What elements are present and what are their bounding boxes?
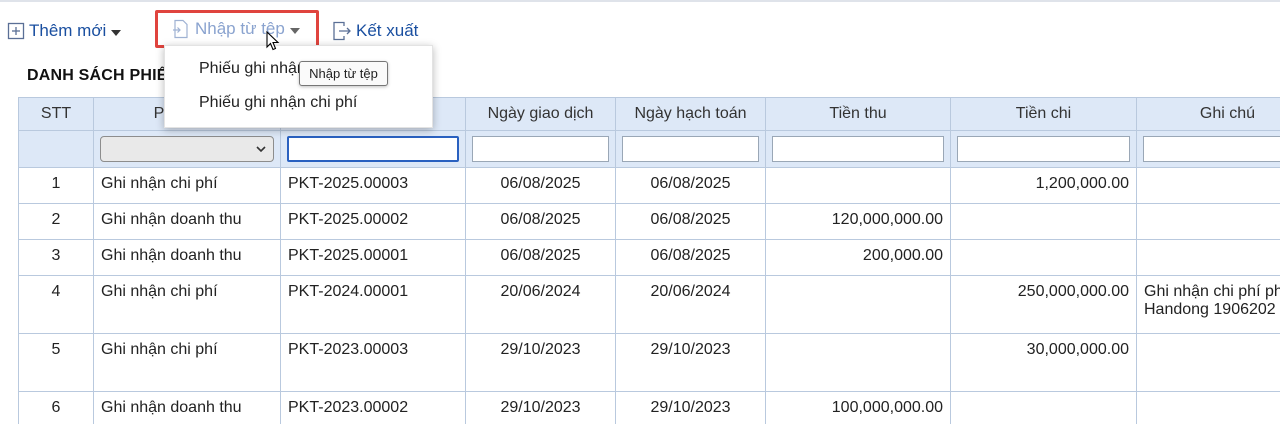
stt-cell: 6 xyxy=(18,391,94,424)
note-cell xyxy=(1136,391,1280,424)
type-cell: Ghi nhận chi phí xyxy=(93,275,281,334)
expense-cell: 30,000,000.00 xyxy=(950,333,1137,392)
transaction-date-filter-input[interactable] xyxy=(472,136,609,162)
income-cell: 200,000.00 xyxy=(765,239,951,276)
code-link[interactable]: PKT-2025.00003 xyxy=(280,167,466,204)
column-header-posting-date[interactable]: Ngày hạch toán xyxy=(615,97,766,131)
top-border xyxy=(0,0,1280,2)
note-cell xyxy=(1136,239,1280,276)
transaction-date-cell: 29/10/2023 xyxy=(465,391,616,424)
mouse-pointer-icon xyxy=(266,30,280,56)
code-link[interactable]: PKT-2024.00001 xyxy=(280,275,466,334)
income-cell: 100,000,000.00 xyxy=(765,391,951,424)
type-cell: Ghi nhận doanh thu xyxy=(93,239,281,276)
chevron-down-icon xyxy=(111,29,122,36)
expense-cell xyxy=(950,391,1137,424)
note-cell xyxy=(1136,333,1280,392)
expense-cell xyxy=(950,203,1137,240)
export-label: Kết xuất xyxy=(356,21,419,40)
import-dropdown-menu: Phiếu ghi nhận doanh thu Phiếu ghi nhận … xyxy=(164,45,433,128)
table-row[interactable]: 5 Ghi nhận chi phí PKT-2023.00003 29/10/… xyxy=(18,333,1280,392)
expense-cell: 250,000,000.00 xyxy=(950,275,1137,334)
expense-cell: 1,200,000.00 xyxy=(950,167,1137,204)
table-row[interactable]: 2 Ghi nhận doanh thu PKT-2025.00002 06/0… xyxy=(18,203,1280,240)
note-line: Handong 1906202 xyxy=(1144,301,1276,318)
column-header-transaction-date[interactable]: Ngày giao dịch xyxy=(465,97,616,131)
transaction-date-cell: 29/10/2023 xyxy=(465,333,616,392)
column-header-stt[interactable]: STT xyxy=(18,97,94,131)
income-cell: 120,000,000.00 xyxy=(765,203,951,240)
chevron-down-icon xyxy=(289,27,300,34)
code-link[interactable]: PKT-2025.00001 xyxy=(280,239,466,276)
export-button[interactable]: Kết xuất xyxy=(332,16,418,46)
table-row[interactable]: 4 Ghi nhận chi phí PKT-2024.00001 20/06/… xyxy=(18,275,1280,334)
income-cell xyxy=(765,275,951,334)
add-new-label: Thêm mới xyxy=(29,21,107,40)
add-new-button[interactable]: Thêm mới xyxy=(7,16,122,46)
filter-cell-type xyxy=(93,130,281,168)
column-header-expense[interactable]: Tiền chi xyxy=(950,97,1137,131)
note-cell xyxy=(1136,203,1280,240)
column-header-income[interactable]: Tiền thu xyxy=(765,97,951,131)
type-filter-select[interactable] xyxy=(100,136,274,162)
transaction-date-cell: 06/08/2025 xyxy=(465,167,616,204)
plus-square-icon xyxy=(7,22,25,40)
note-filter-input[interactable] xyxy=(1143,136,1280,162)
tooltip: Nhập từ tệp xyxy=(299,61,388,86)
expense-cell xyxy=(950,239,1137,276)
menu-item-expense-voucher[interactable]: Phiếu ghi nhận chi phí xyxy=(199,94,357,112)
transaction-date-cell: 06/08/2025 xyxy=(465,239,616,276)
expense-filter-input[interactable] xyxy=(957,136,1130,162)
code-link[interactable]: PKT-2023.00002 xyxy=(280,391,466,424)
table-row[interactable]: 6 Ghi nhận doanh thu PKT-2023.00002 29/1… xyxy=(18,391,1280,424)
note-cell xyxy=(1136,167,1280,204)
stt-cell: 3 xyxy=(18,239,94,276)
posting-date-cell: 06/08/2025 xyxy=(615,239,766,276)
income-cell xyxy=(765,333,951,392)
posting-date-cell: 06/08/2025 xyxy=(615,203,766,240)
note-cell: Ghi nhận chi phí ph Handong 1906202 xyxy=(1136,275,1280,334)
note-line: Ghi nhận chi phí ph xyxy=(1144,283,1280,300)
posting-date-cell: 29/10/2023 xyxy=(615,333,766,392)
posting-date-cell: 06/08/2025 xyxy=(615,167,766,204)
stt-cell: 4 xyxy=(18,275,94,334)
stt-cell: 2 xyxy=(18,203,94,240)
table-row[interactable]: 3 Ghi nhận doanh thu PKT-2025.00001 06/0… xyxy=(18,239,1280,276)
income-cell xyxy=(765,167,951,204)
type-cell: Ghi nhận chi phí xyxy=(93,167,281,204)
transaction-date-cell: 20/06/2024 xyxy=(465,275,616,334)
stt-cell: 5 xyxy=(18,333,94,392)
filter-cell-empty xyxy=(18,130,94,168)
code-filter-input[interactable] xyxy=(287,136,459,162)
posting-date-cell: 20/06/2024 xyxy=(615,275,766,334)
import-from-file-button[interactable]: Nhập từ tệp xyxy=(155,10,319,48)
type-cell: Ghi nhận doanh thu xyxy=(93,203,281,240)
file-import-icon xyxy=(172,19,190,39)
income-filter-input[interactable] xyxy=(772,136,944,162)
voucher-table: STT Phân loại Số chứng từ Ngày giao dịch… xyxy=(18,97,1280,424)
posting-date-filter-input[interactable] xyxy=(622,136,759,162)
code-link[interactable]: PKT-2025.00002 xyxy=(280,203,466,240)
code-link[interactable]: PKT-2023.00003 xyxy=(280,333,466,392)
file-export-icon xyxy=(332,21,352,41)
type-cell: Ghi nhận doanh thu xyxy=(93,391,281,424)
chevron-down-icon xyxy=(255,142,267,160)
posting-date-cell: 29/10/2023 xyxy=(615,391,766,424)
table-row[interactable]: 1 Ghi nhận chi phí PKT-2025.00003 06/08/… xyxy=(18,167,1280,204)
column-header-note[interactable]: Ghi chú xyxy=(1136,97,1280,131)
list-title: DANH SÁCH PHIẾU xyxy=(27,67,180,84)
transaction-date-cell: 06/08/2025 xyxy=(465,203,616,240)
type-cell: Ghi nhận chi phí xyxy=(93,333,281,392)
stt-cell: 1 xyxy=(18,167,94,204)
